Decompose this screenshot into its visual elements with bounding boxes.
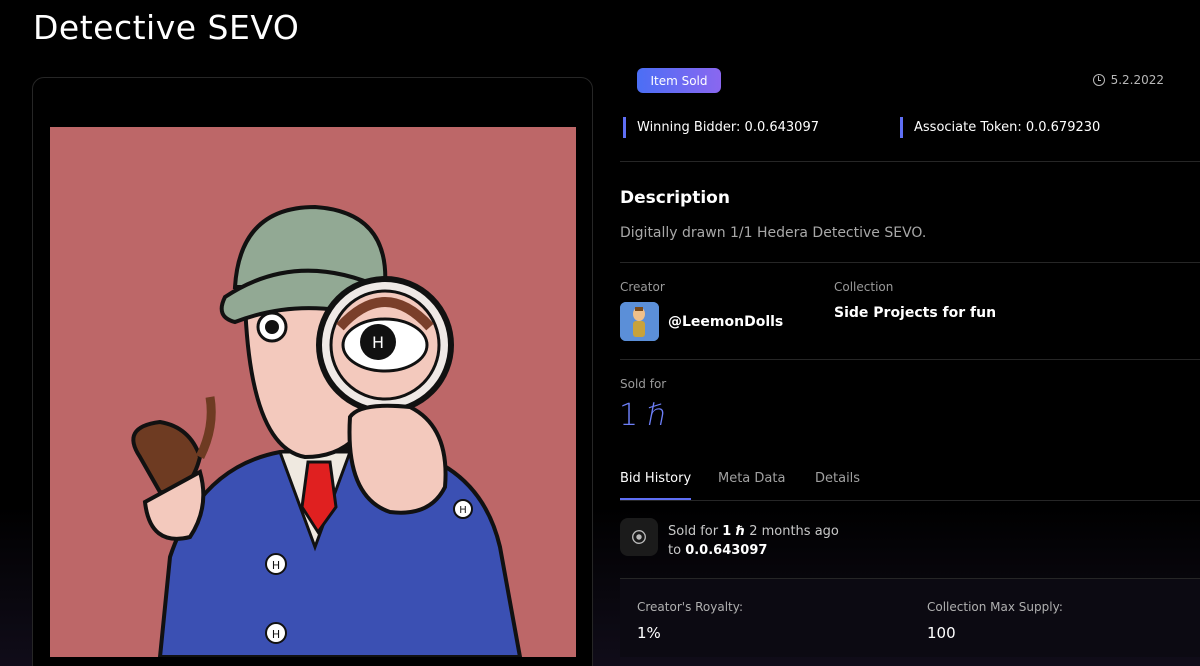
- bid-history-entry: Sold for 1 ℏ 2 months ago to 0.0.643097: [668, 522, 839, 560]
- svg-text:H: H: [272, 559, 280, 572]
- sold-price: 1 ℏ: [619, 398, 667, 433]
- detective-thumbnail-icon: [632, 530, 646, 544]
- description-text: Digitally drawn 1/1 Hedera Detective SEV…: [620, 225, 927, 241]
- creator-label: Creator: [620, 280, 665, 294]
- divider: [620, 262, 1200, 263]
- tabs-divider: [620, 500, 1200, 501]
- clock-icon: [1092, 74, 1105, 86]
- royalty-value: 1%: [637, 624, 661, 642]
- creator-avatar-image: [620, 302, 659, 341]
- max-supply-value: 100: [927, 624, 956, 642]
- tab-details[interactable]: Details: [815, 471, 860, 486]
- creator-avatar[interactable]: [620, 302, 659, 341]
- svg-text:H: H: [372, 333, 384, 352]
- active-tab-indicator: [620, 498, 691, 500]
- tab-meta-data[interactable]: Meta Data: [718, 471, 785, 486]
- status-badge: Item Sold: [637, 68, 721, 93]
- bid-amount: 1 ℏ: [722, 524, 746, 539]
- collection-label: Collection: [834, 280, 894, 294]
- royalty-label: Creator's Royalty:: [637, 600, 744, 614]
- bid-history-avatar: [620, 518, 658, 556]
- nft-image-card[interactable]: H H H H: [32, 77, 593, 666]
- tab-bid-history[interactable]: Bid History: [620, 471, 691, 486]
- divider: [620, 359, 1200, 360]
- nft-artwork-detective[interactable]: H H H H: [50, 127, 576, 657]
- page-title: Detective SEVO: [33, 8, 300, 47]
- stats-panel: [620, 579, 1200, 657]
- divider: [620, 161, 1200, 162]
- associate-token: Associate Token: 0.0.679230: [900, 117, 1100, 138]
- winning-bidder: Winning Bidder: 0.0.643097: [623, 117, 819, 138]
- detective-illustration: H H H H: [50, 127, 576, 657]
- sale-date: 5.2.2022: [1092, 73, 1164, 87]
- sale-date-text: 5.2.2022: [1110, 73, 1164, 87]
- sold-for-label: Sold for: [620, 377, 667, 391]
- bid-time: 2 months ago: [749, 524, 839, 539]
- collection-name-link[interactable]: Side Projects for fun: [834, 305, 996, 321]
- creator-name-link[interactable]: @LeemonDolls: [668, 314, 783, 330]
- bid-to-prefix: to: [668, 543, 682, 558]
- description-heading: Description: [620, 188, 730, 208]
- bid-prefix: Sold for: [668, 524, 719, 539]
- bid-to-account: 0.0.643097: [685, 543, 768, 558]
- max-supply-label: Collection Max Supply:: [927, 600, 1063, 614]
- svg-text:H: H: [459, 505, 467, 516]
- svg-text:H: H: [272, 628, 280, 641]
